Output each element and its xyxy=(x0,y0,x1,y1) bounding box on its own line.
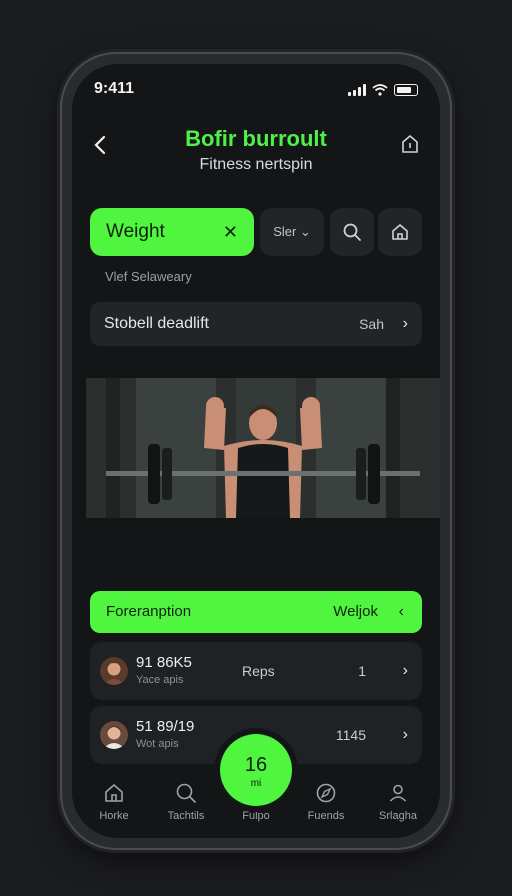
set-value: 1145 xyxy=(335,727,366,743)
set-weight: 91 86K5 xyxy=(136,654,192,671)
close-icon[interactable]: ✕ xyxy=(223,208,238,256)
tab-label: Horke xyxy=(99,810,129,822)
weight-chip-label: Weight xyxy=(106,221,165,242)
filter-row: Weight ✕ Sler ⌄ xyxy=(90,208,422,256)
search-icon xyxy=(343,223,361,241)
lock-icon[interactable] xyxy=(398,132,422,156)
tab-label: Tachtils xyxy=(167,810,205,822)
chevron-left-icon: ‹ xyxy=(398,603,404,620)
set-weight: 51 89/19 xyxy=(136,718,195,735)
search-icon xyxy=(176,783,196,803)
set-subtitle: Wot apis xyxy=(136,738,179,750)
search-button[interactable] xyxy=(330,208,374,256)
avatar xyxy=(100,657,128,685)
tab-label: Srlagha xyxy=(379,810,417,822)
tab-label: Fuends xyxy=(307,810,345,822)
page-subtitle: Fitness nertspin xyxy=(199,156,313,173)
home-icon xyxy=(105,784,123,802)
exercise-right-label: Sah xyxy=(359,316,384,332)
tab-friends[interactable]: Fuends xyxy=(294,782,358,822)
exercise-name: Stobell deadlift xyxy=(104,315,209,332)
status-bar: 9:411 xyxy=(72,80,440,100)
home-filter-button[interactable] xyxy=(378,208,422,256)
battery-icon xyxy=(394,84,418,96)
exercise-selector[interactable]: Stobell deadlift Sah › xyxy=(90,302,422,346)
chevron-right-icon: › xyxy=(402,726,408,743)
chevron-right-icon: › xyxy=(402,315,408,332)
exercise-photo xyxy=(86,378,440,518)
fab-unit: mi xyxy=(250,778,262,789)
tab-label: Fulpo xyxy=(242,810,270,822)
tab-search[interactable]: Tachtils xyxy=(154,782,218,822)
wifi-icon xyxy=(372,84,388,96)
chevron-right-icon: › xyxy=(402,662,408,679)
hint-text: Vlef Selaweary xyxy=(105,269,192,284)
compass-icon xyxy=(316,783,336,803)
workout-band[interactable]: Foreranption Weljok ‹ xyxy=(90,591,422,633)
set-row[interactable]: 91 86K5 Yace apis Reps 1 › xyxy=(90,642,422,700)
fab-number: 16 xyxy=(244,754,268,776)
signal-icon xyxy=(348,84,366,96)
status-icons xyxy=(348,84,418,96)
tab-home[interactable]: Horke xyxy=(82,782,146,822)
status-time: 9:411 xyxy=(94,80,135,97)
set-reps-label: Reps xyxy=(242,663,275,679)
home-icon xyxy=(392,224,408,240)
header: Bofir burroult Fitness nertspin xyxy=(72,122,440,182)
timer-fab[interactable]: 16 mi xyxy=(220,734,292,806)
filter-dropdown[interactable]: Sler ⌄ xyxy=(260,208,324,256)
page-title: Bofir burroult xyxy=(185,126,327,151)
set-value: 1 xyxy=(358,663,366,679)
app-screen: 9:411 Bofir burroult Fitness nertspin We… xyxy=(72,64,440,838)
profile-icon xyxy=(389,784,407,802)
set-subtitle: Yace apis xyxy=(136,674,184,686)
avatar xyxy=(100,721,128,749)
band-right-label: Weljok xyxy=(333,603,378,620)
weight-chip[interactable]: Weight ✕ xyxy=(90,208,254,256)
band-left-label: Foreranption xyxy=(106,603,192,620)
tab-profile[interactable]: Srlagha xyxy=(366,782,430,822)
